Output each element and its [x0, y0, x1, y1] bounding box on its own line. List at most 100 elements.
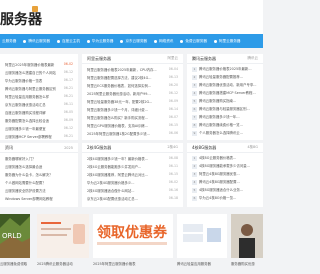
list-item[interactable]: 7 腾讯云服务器多少钱一年... [192, 113, 258, 121]
list-item[interactable]: 8 腾讯云服务器续费价格一览... [192, 121, 258, 129]
list-item[interactable]: 云服务器安全防护设置方法 [5, 186, 73, 194]
panel-title: 腾讯云服务器 [192, 55, 216, 61]
nav-item-free[interactable]: 免费云服务器 [177, 34, 211, 48]
list-item[interactable]: 华为云2核4G服务器价格多少... 06-02 [87, 178, 178, 186]
list-item[interactable]: 云服务器MCP Server部署教程 06-21 [5, 132, 73, 140]
list-item[interactable]: 3 阿里云4核8G服务器优惠... [192, 170, 258, 178]
list-item[interactable]: 阿里云轻量服务器38元一年，配置2核2G... 06-09 [87, 97, 178, 105]
list-item[interactable]: 5 腾讯云服务器购买指南... [192, 97, 258, 105]
list-item[interactable]: 2 4核8G服务器能承载多少访问量... [192, 162, 258, 170]
list-item[interactable]: 阿里云服务器价格表2025年最新，CPU内存... 06-04 [87, 65, 178, 73]
thumbnail-caption[interactable]: 服务器购买优惠 [231, 261, 263, 266]
panel-tencent: 腾讯云服务器 腾讯云 1 腾讯云服务器价格表2025年最新... 2 腾讯云轻量服务… [187, 54, 263, 140]
nav-item-jd[interactable]: 京东云服务器 [117, 34, 151, 48]
list-item[interactable]: 云服务器怎么搭建自己的个人网站 06-12 [5, 68, 73, 76]
thumbnail-caption[interactable]: 腾讯云轻量应用服务器 [177, 261, 227, 266]
list-item[interactable]: 阿里云服务器怎么购买？新手购买流程... 06-07 [87, 113, 178, 121]
panel-aliyun: 阿里云服务器 阿里云 阿里云服务器价格表2025年最新，CPU内存... 06-0… [82, 54, 183, 140]
nav-dot-icon [120, 39, 124, 43]
list-item[interactable]: 阿里云服务器配置选择方法，建议2核4G... 06-13 [87, 73, 178, 81]
panel-latest-list: 阿里云2025年服务器价格表最新 06-02 云服务器怎么搭建自己的个人网站 06-… [0, 54, 78, 140]
thumbnail-row: ORLD 云服务器免费领取 2025腾讯云服务器活动 领取优惠券 2025年阿里… [0, 210, 263, 274]
list-item[interactable]: 4 腾讯云4核8G服务器配置... [192, 178, 258, 186]
list-item[interactable]: 京东云服务器优惠活动汇总 06-11 [5, 100, 73, 108]
nav-item-baidu[interactable]: 百度云主机 [54, 34, 84, 48]
list-item[interactable]: 阿里云ECS服务器价格表，如何选择实例... 06-20 [87, 81, 178, 89]
list-item[interactable]: 阿里云服务器多少钱一个月，详细计费... 06-14 [87, 105, 178, 113]
list-item[interactable]: Windows Server部署网站教程 [5, 194, 73, 202]
list-item[interactable]: 4 腾讯云服务器搭建MCP Server教程... [192, 89, 258, 97]
thumbnail-image-3[interactable]: 领取优惠券 [93, 214, 173, 258]
list-item[interactable]: 2核4G服务器多少钱一年？最新价格表... 06-08 [87, 154, 178, 162]
list-item[interactable]: 阿里云2025年服务器价格表最新 06-02 [5, 60, 73, 68]
thumbnail-headline: 领取优惠券 [97, 225, 167, 241]
nav-label: 阿里云服务器 [218, 38, 241, 43]
nav-dot-icon [23, 39, 27, 43]
list-item[interactable]: 2 腾讯云轻量服务器配置推荐... [192, 73, 258, 81]
list-item[interactable]: 1 4核8G云服务器价格表... [192, 154, 258, 162]
panel-title: 4核8G服务器 [192, 144, 217, 150]
list-item[interactable]: 服务器为什么会卡，怎么解决？ [5, 170, 73, 178]
list-item[interactable]: 阿里云轻量应用服务器怎么样 06-21 [5, 92, 73, 100]
nav-dot-icon [213, 39, 217, 43]
list-item[interactable]: 2核4G云服务器能跑多少并发用户... 06-11 [87, 162, 178, 170]
more-link[interactable]: 2核4G [167, 145, 178, 150]
list-item[interactable]: 百度云服务器购买流程详解 06-05 [5, 108, 73, 116]
list-item[interactable]: 2025阿里云服务器优惠活动，新用户99... 06-12 [87, 89, 178, 97]
promo-banner-icon [37, 214, 89, 258]
panel-title: 2核4G服务器 [87, 144, 112, 150]
nav-item-aliyun[interactable]: 阿里云服务器 [211, 34, 245, 48]
thumbnail-image-5[interactable] [231, 214, 263, 258]
thumbnail-image-2[interactable] [37, 214, 89, 258]
list-item[interactable]: 个人做网站需要什么配置？ [5, 178, 73, 186]
list-item[interactable]: 云服务器怎么选择最合适 [5, 162, 73, 170]
thumbnail-image-4[interactable] [177, 214, 227, 258]
list-item[interactable]: 6 华为云4核8G价格一览... [192, 194, 258, 202]
nav-item-huawei[interactable]: 华为云服务器 [84, 34, 118, 48]
nav-item-news[interactable]: 网络资讯 [151, 34, 177, 48]
thumbnail-caption[interactable]: 2025年阿里云服务器价格表 [93, 261, 173, 266]
nav-item-tencent[interactable]: 腾讯云服务器 [20, 34, 54, 48]
nav-dot-icon [154, 39, 158, 43]
panel-title: 资讯 [5, 144, 13, 150]
nav-label: 百度云主机 [61, 38, 80, 43]
svg-text:ORLD: ORLD [2, 232, 22, 240]
list-item[interactable]: 云服务器多少钱一年最便宜 06-12 [5, 124, 73, 132]
list-item[interactable]: 2核4G服务器适合做什么网站... 06-16 [87, 186, 178, 194]
panel-header: 2核4G服务器 2核4G [82, 143, 183, 153]
list-item[interactable]: 5 4核8G服务器适合什么业务... [192, 186, 258, 194]
thumbnail-caption[interactable]: 2025腾讯云服务器活动 [37, 261, 89, 266]
nav-label: 网络资讯 [159, 38, 174, 43]
list-item[interactable]: 服务器哪家好入门？ [5, 154, 73, 162]
more-link[interactable]: 阿里云 [168, 56, 179, 61]
list-item[interactable]: 6 腾讯云服务器与轻量服务器区别... [192, 105, 258, 113]
more-link[interactable]: 腾讯云 [248, 56, 259, 61]
nav-item-cloud-server[interactable]: 云服务器 [0, 34, 20, 48]
nav-label: 免费云服务器 [185, 38, 207, 43]
list-item[interactable]: 华为云服务器价格一览表 06-17 [5, 76, 73, 84]
panel-title: 阿里云服务器 [87, 55, 111, 61]
thumbnail-image-1[interactable]: ORLD [0, 214, 30, 258]
main-nav: 云服务器 腾讯云服务器 百度云主机 华为云服务器 京东云服务器 网络资讯 免费云… [0, 34, 263, 48]
thumbnail-caption[interactable]: 云服务器免费领取 [0, 261, 30, 266]
list-item[interactable]: 9 个人服务器怎么选择腾讯云... [192, 129, 258, 137]
list-item[interactable]: 腾讯云服务器与阿里云服务器区别 06-21 [5, 84, 73, 92]
more-link[interactable]: 4核8G [247, 145, 258, 150]
site-header: 服务器 [0, 0, 263, 34]
list-item[interactable]: 1 腾讯云服务器价格表2025年最新... [192, 65, 258, 73]
list-item[interactable]: 京东云2核4G配置优惠活动汇总... 06-18 [87, 194, 178, 202]
panel-2c4g: 2核4G服务器 2核4G 2核4G服务器多少钱一年？最新价格表... 06-08 … [82, 143, 183, 207]
panel-header: 腾讯云服务器 腾讯云 [187, 54, 263, 64]
nav-label: 京东云服务器 [125, 38, 148, 43]
list-item[interactable]: 2025年阿里云服务器1核2G配置多少钱... 06-06 [87, 129, 178, 137]
nav-label: 云服务器 [2, 38, 17, 43]
list-item[interactable]: 3 腾讯云服务器优惠活动，新用户专享... [192, 81, 258, 89]
site-logo[interactable]: 服务器 [0, 9, 42, 29]
list-item[interactable]: 2核4G服务器推荐，阿里云腾讯云对比... 06-15 [87, 170, 178, 178]
forest-scene-icon: ORLD [0, 214, 30, 258]
more-link[interactable]: 2025 [64, 146, 73, 150]
list-item[interactable]: 阿里云GPU服务器价格表，支持AI训练... 06-15 [87, 121, 178, 129]
nav-label: 华为云服务器 [91, 38, 114, 43]
list-item[interactable]: 服务器配置怎么选择比较合适 06-09 [5, 116, 73, 124]
nav-dot-icon [86, 39, 90, 43]
